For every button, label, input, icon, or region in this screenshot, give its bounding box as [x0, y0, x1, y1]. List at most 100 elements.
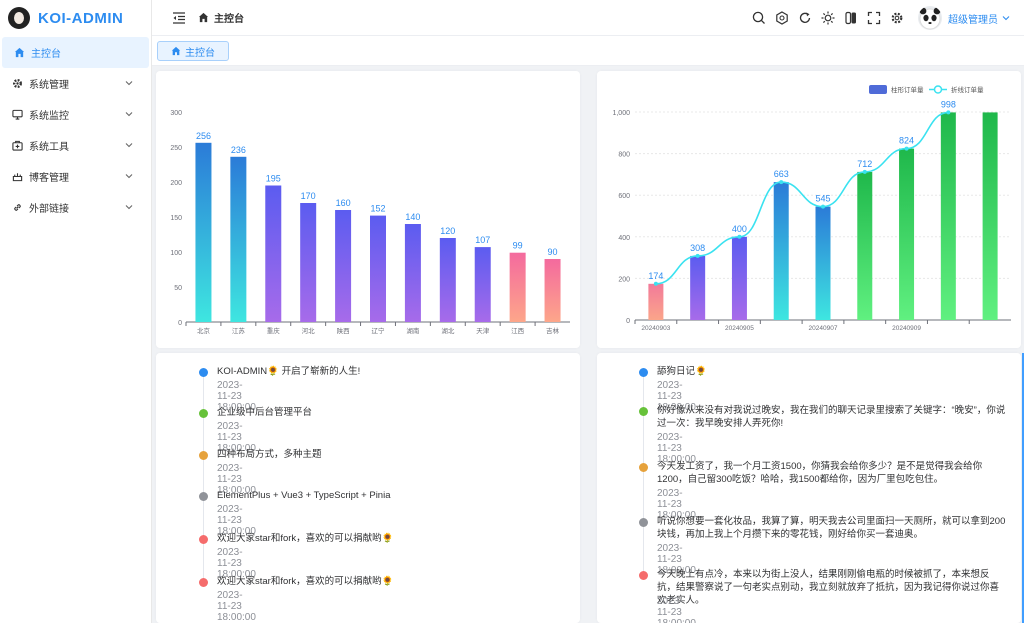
- x-tick-label: 辽宁: [372, 326, 386, 335]
- y-tick-label: 100: [170, 250, 182, 257]
- bar: [335, 210, 352, 322]
- bar-data-label: 195: [266, 174, 281, 184]
- line-point: [737, 234, 742, 239]
- timeline-time: 2023-11-23 18:00:00: [217, 590, 256, 623]
- logo[interactable]: KOI-ADMIN: [0, 0, 151, 36]
- sun-icon[interactable]: [820, 10, 836, 26]
- bar-data-label: 170: [301, 191, 316, 201]
- bar: [773, 182, 789, 320]
- bar: [509, 252, 526, 322]
- timeline-dot: [639, 463, 648, 472]
- bar-data-label: 824: [899, 136, 914, 146]
- x-tick-label: 陕西: [337, 326, 351, 335]
- timeline-dot: [639, 518, 648, 527]
- bar: [648, 283, 664, 320]
- bar: [899, 148, 915, 320]
- sidebar-item-system-monitor[interactable]: 系统监控: [0, 99, 151, 130]
- sidebar-item-label: 系统管理: [29, 80, 69, 91]
- bar-data-label: 99: [513, 241, 523, 251]
- timeline-text: KOI-ADMIN🌻 开启了崭新的人生!: [217, 366, 361, 377]
- y-tick-label: 800: [618, 152, 630, 159]
- orders-bar-line-chart[interactable]: 0 200 400 600 800 1,000 174 20240903 308 400 20240…: [597, 71, 1021, 348]
- timeline-dot: [639, 368, 648, 377]
- timeline-dot: [199, 451, 208, 460]
- y-tick-label: 600: [618, 193, 630, 200]
- bar: [857, 171, 873, 320]
- bar-data-label: 663: [774, 169, 789, 179]
- app-title: KOI-ADMIN: [38, 9, 124, 27]
- x-tick-label: 20240903: [641, 325, 670, 332]
- province-bar-chart-card: 0 50 100 150 200 250 300 256 北京 236 江苏 195 重庆 170 河北 16…: [156, 71, 580, 348]
- tab-dashboard[interactable]: 主控台: [157, 41, 229, 61]
- y-tick-label: 250: [170, 145, 182, 152]
- y-tick-label: 300: [170, 110, 182, 117]
- bar-data-label: 998: [941, 99, 956, 109]
- breadcrumb-current: 主控台: [214, 14, 244, 25]
- timeline-text: 欢迎大家star和fork，喜欢的可以捐献哟🌻: [217, 576, 394, 587]
- refresh-icon[interactable]: [797, 10, 813, 26]
- collapse-menu-icon[interactable]: [172, 11, 186, 25]
- chevron-down-icon[interactable]: [1001, 13, 1011, 23]
- chevron-down-icon: [125, 143, 133, 148]
- sidebar-item-label: 系统工具: [29, 142, 69, 153]
- x-tick-label: 江西: [511, 327, 525, 335]
- hexagon-icon[interactable]: [774, 10, 790, 26]
- timeline-text: 听说你想要一套化妆品，我算了算，明天我去公司里面扫一天厕所，就可以拿到200块钱…: [657, 516, 1006, 540]
- fullscreen-icon[interactable]: [866, 10, 882, 26]
- bar: [544, 259, 561, 322]
- bar-data-label: 174: [648, 271, 663, 281]
- legend-line-label: 折线订单量: [951, 85, 984, 94]
- search-icon[interactable]: [751, 10, 767, 26]
- tabs-bar: 主控台: [152, 36, 1024, 66]
- y-tick-label: 0: [626, 318, 630, 325]
- x-tick-label: 20240905: [725, 325, 754, 332]
- sidebar-item-system-tools[interactable]: 系统工具: [0, 130, 151, 161]
- timeline-dot: [199, 368, 208, 377]
- bar: [690, 255, 706, 320]
- avatar[interactable]: [918, 6, 942, 30]
- tab-label: 主控台: [185, 47, 215, 59]
- timeline-dot: [199, 492, 208, 501]
- province-bar-chart[interactable]: 0 50 100 150 200 250 300 256 北京 236 江苏 195 重庆 170 河北 16…: [156, 71, 580, 348]
- sidebar-item-blog-management[interactable]: 博客管理: [0, 161, 151, 192]
- y-tick-label: 50: [174, 285, 182, 292]
- x-tick-label: 20240909: [892, 325, 921, 332]
- gear-icon[interactable]: [889, 10, 905, 26]
- orders-chart-card: 0 200 400 600 800 1,000 174 20240903 308 400 20240…: [597, 71, 1021, 348]
- user-name[interactable]: 超级管理员: [948, 11, 998, 26]
- bar: [300, 203, 317, 322]
- bar: [815, 206, 831, 320]
- home-icon: [198, 12, 209, 23]
- y-tick-label: 0: [178, 320, 182, 327]
- timeline-dot: [199, 578, 208, 587]
- timeline-time: 2023-11-23 18:00:00: [657, 596, 696, 623]
- bar-data-label: 400: [732, 224, 747, 234]
- y-tick-label: 200: [170, 180, 182, 187]
- timeline-text: ElementPlus + Vue3 + TypeScript + Pinia: [217, 490, 391, 501]
- timeline-text: 四种布局方式，多种主题: [217, 449, 322, 460]
- bar-data-label: 308: [690, 243, 705, 253]
- y-tick-label: 400: [618, 235, 630, 242]
- bar: [940, 112, 956, 320]
- y-tick-label: 150: [170, 215, 182, 222]
- y-tick-label: 1,000: [612, 110, 630, 117]
- x-tick-label: 河北: [302, 327, 316, 335]
- line-point: [695, 253, 700, 258]
- timeline-text: 今天晚上有点冷，本来以为街上没人，结果刚刚偷电瓶的时候被抓了，本来想反抗，结果警…: [657, 569, 1000, 606]
- sidebar-item-dashboard[interactable]: 主控台: [2, 37, 149, 68]
- y-tick-label: 200: [618, 276, 630, 283]
- chevron-down-icon: [125, 81, 133, 86]
- line-point: [821, 204, 825, 209]
- timeline-text: 企业级中后台管理平台: [217, 407, 313, 418]
- timeline-dot: [199, 409, 208, 418]
- header: 主控台 超级管理员: [152, 0, 1024, 36]
- sidebar-item-external-links[interactable]: 外部链接: [0, 192, 151, 223]
- bar: [404, 224, 421, 322]
- bar-data-label: 160: [336, 198, 351, 208]
- bar: [230, 156, 247, 322]
- gear-icon: [11, 78, 23, 90]
- legend-line-marker: [933, 85, 943, 94]
- line-point: [904, 146, 909, 151]
- sidebar-item-system-management[interactable]: 系统管理: [0, 68, 151, 99]
- switch-icon[interactable]: [843, 10, 859, 26]
